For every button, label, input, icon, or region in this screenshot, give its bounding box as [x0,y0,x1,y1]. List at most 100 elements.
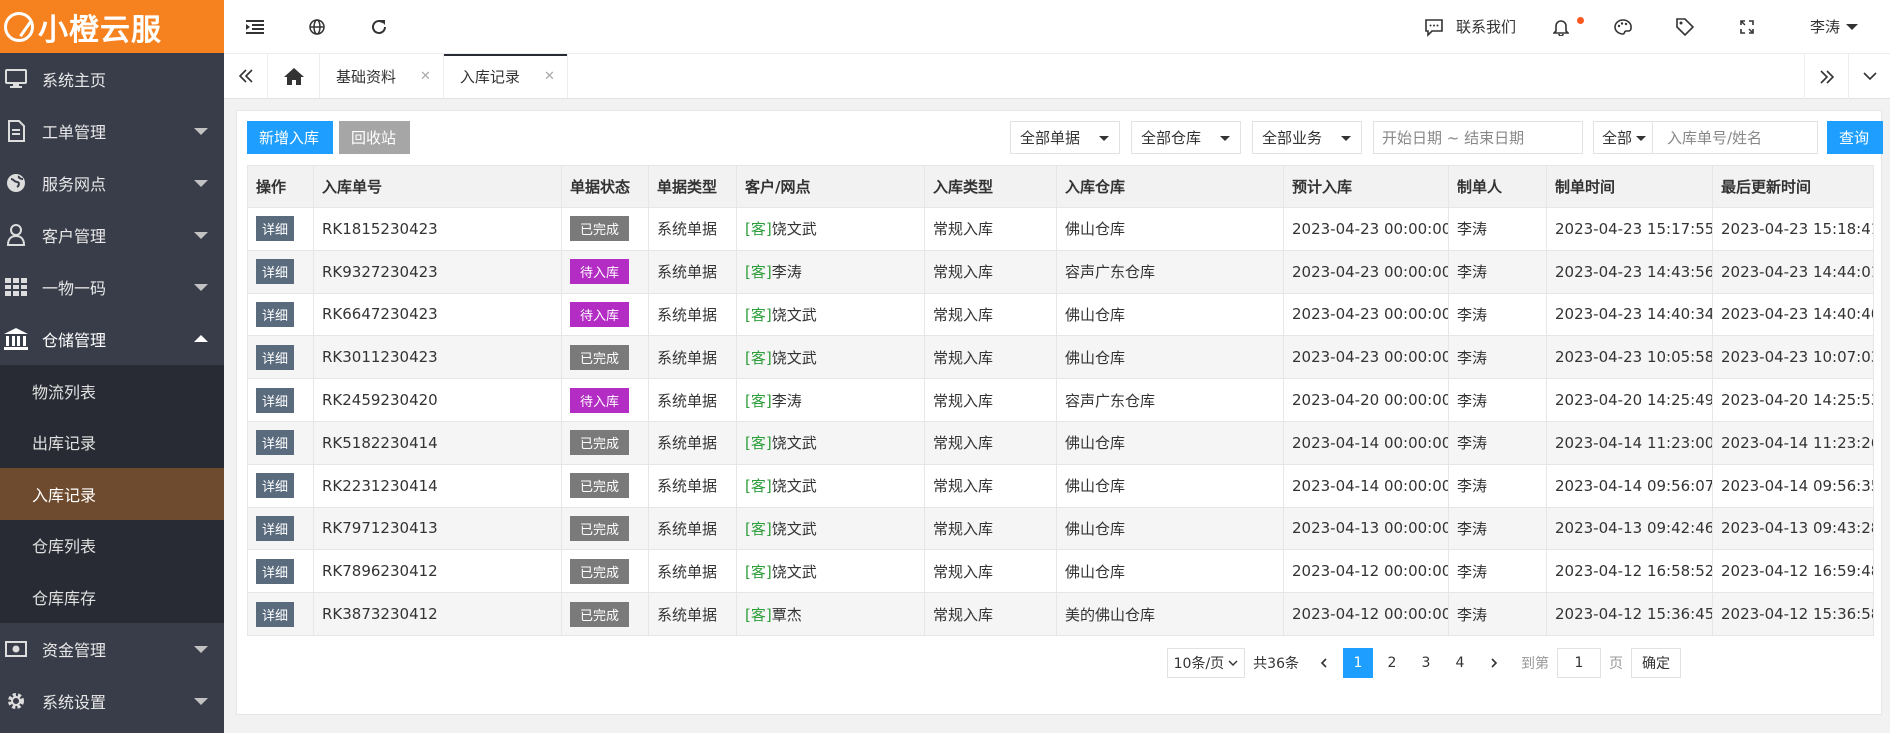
updated-cell: 2023-04-14 11:23:26 [1712,420,1874,465]
search-input[interactable]: 入库单号/姓名 [1652,121,1818,154]
tab-scroll-right[interactable] [1804,54,1848,99]
prev-page-button[interactable] [1309,648,1339,678]
chevron-down-icon [1862,72,1877,81]
sidebar-subitem-inbound[interactable]: 入库记录 [0,468,224,520]
col-header[interactable]: 单据状态 [561,165,649,208]
caret-down-icon [1636,136,1646,141]
sidebar-subitem-logistics[interactable]: 物流列表 [0,365,224,417]
col-header[interactable]: 单据类型 [648,165,737,208]
col-header[interactable]: 入库单号 [313,165,562,208]
col-header[interactable]: 入库类型 [924,165,1057,208]
business-filter-select[interactable]: 全部业务 [1252,121,1362,154]
order-no-cell: RK7971230413 [313,506,562,551]
date-range-input[interactable]: 开始日期 ~ 结束日期 [1373,121,1583,154]
sidebar-subitem-stock[interactable]: 仓库库存 [0,571,224,623]
action-cell: 详细 [247,463,314,508]
user-menu[interactable]: 李涛 [1778,0,1890,53]
col-header[interactable]: 最后更新时间 [1712,165,1874,208]
col-header[interactable]: 预计入库 [1283,165,1449,208]
warehouse-filter-select[interactable]: 全部仓库 [1131,121,1241,154]
detail-button[interactable]: 详细 [256,601,295,627]
client-name: 李涛 [771,263,802,282]
detail-button[interactable]: 详细 [256,216,295,242]
chevron-down-icon [194,645,208,653]
search-scope-select[interactable]: 全部 [1593,121,1653,154]
detail-button[interactable]: 详细 [256,558,295,584]
detail-button[interactable]: 详细 [256,430,295,456]
theme-button[interactable] [1592,0,1654,53]
tab-inbound-records[interactable]: 入库记录 ✕ [443,54,568,98]
updated-cell: 2023-04-14 09:56:35 [1712,463,1874,508]
add-inbound-button[interactable]: 新增入库 [247,121,333,154]
tab-options[interactable] [1848,54,1890,99]
maker-cell: 李涛 [1448,207,1547,251]
notifications-button[interactable] [1530,0,1592,53]
client-name: 饶文武 [771,434,817,453]
fullscreen-button[interactable] [1716,0,1778,53]
order-no-cell: RK7896230412 [313,549,562,594]
search-button[interactable]: 查询 [1827,121,1883,154]
sidebar-item-finance[interactable]: 资金管理 [0,623,224,675]
caret-down-icon [1846,23,1858,30]
sidebar-item-customers[interactable]: 客户管理 [0,209,224,261]
detail-button[interactable]: 详细 [256,259,295,285]
expected-cell: 2023-04-23 00:00:00 [1283,335,1449,380]
page-4-button[interactable]: 4 [1445,648,1475,678]
col-header[interactable]: 客户/网点 [736,165,925,208]
tab-home[interactable] [268,54,320,98]
created-cell: 2023-04-23 10:05:58 [1546,335,1713,380]
detail-button[interactable]: 详细 [256,301,295,327]
document-icon [4,120,28,142]
maker-cell: 李涛 [1448,506,1547,551]
client-cell: [客]李涛 [736,249,925,294]
status-badge: 已完成 [570,473,630,499]
close-icon[interactable]: ✕ [420,69,431,84]
sidebar-item-one-code[interactable]: 一物一码 [0,261,224,313]
doc-filter-select[interactable]: 全部单据 [1010,121,1120,154]
page-size-select[interactable]: 10条/页 [1166,648,1246,678]
detail-button[interactable]: 详细 [256,473,295,499]
sidebar-item-warehouse[interactable]: 仓储管理 [0,313,224,365]
created-cell: 2023-04-23 14:43:56 [1546,249,1713,294]
sidebar-item-label: 系统主页 [42,71,107,90]
brand-logo[interactable]: 小橙云服 [0,0,224,53]
website-button[interactable] [286,0,348,53]
client-tag: [客] [745,519,772,538]
inbound-type-cell: 常规入库 [924,420,1057,465]
tab-basic-info[interactable]: 基础资料 ✕ [320,54,444,98]
search-placeholder: 入库单号/姓名 [1667,129,1763,147]
sidebar-subitem-outbound[interactable]: 出库记录 [0,417,224,469]
action-cell: 详细 [247,249,314,294]
sidebar-subitem-warehouses[interactable]: 仓库列表 [0,520,224,572]
detail-button[interactable]: 详细 [256,387,295,413]
sidebar-item-settings[interactable]: 系统设置 [0,675,224,727]
page-2-button[interactable]: 2 [1377,648,1407,678]
status-cell: 已完成 [561,592,649,636]
goto-confirm-button[interactable]: 确定 [1631,648,1681,678]
double-chevron-right-icon [1819,69,1834,84]
goto-page-input[interactable]: 1 [1557,648,1601,678]
page-1-button[interactable]: 1 [1343,648,1373,678]
sidebar-item-service-points[interactable]: 服务网点 [0,157,224,209]
maker-cell: 李涛 [1448,420,1547,465]
next-page-button[interactable] [1479,648,1509,678]
col-header[interactable]: 入库仓库 [1056,165,1284,208]
collapse-menu-button[interactable] [224,0,286,53]
detail-button[interactable]: 详细 [256,344,295,370]
expected-cell: 2023-04-23 00:00:00 [1283,249,1449,294]
content-card: 新增入库 回收站 全部单据 全部仓库 全部业务 开始日期 ~ 结束日期 全部 入… [236,110,1883,715]
recycle-bin-button[interactable]: 回收站 [339,121,410,154]
page-3-button[interactable]: 3 [1411,648,1441,678]
created-cell: 2023-04-13 09:42:46 [1546,506,1713,551]
col-header[interactable]: 制单时间 [1546,165,1713,208]
tag-button[interactable] [1654,0,1716,53]
sidebar-item-home[interactable]: 系统主页 [0,53,224,105]
refresh-button[interactable] [348,0,410,53]
tab-scroll-left[interactable] [224,54,268,98]
caret-down-icon [1220,136,1230,141]
detail-button[interactable]: 详细 [256,515,295,541]
contact-us-button[interactable]: 联系我们 [1410,0,1530,53]
col-header[interactable]: 制单人 [1448,165,1547,208]
close-icon[interactable]: ✕ [544,69,555,84]
sidebar-item-workorder[interactable]: 工单管理 [0,105,224,157]
